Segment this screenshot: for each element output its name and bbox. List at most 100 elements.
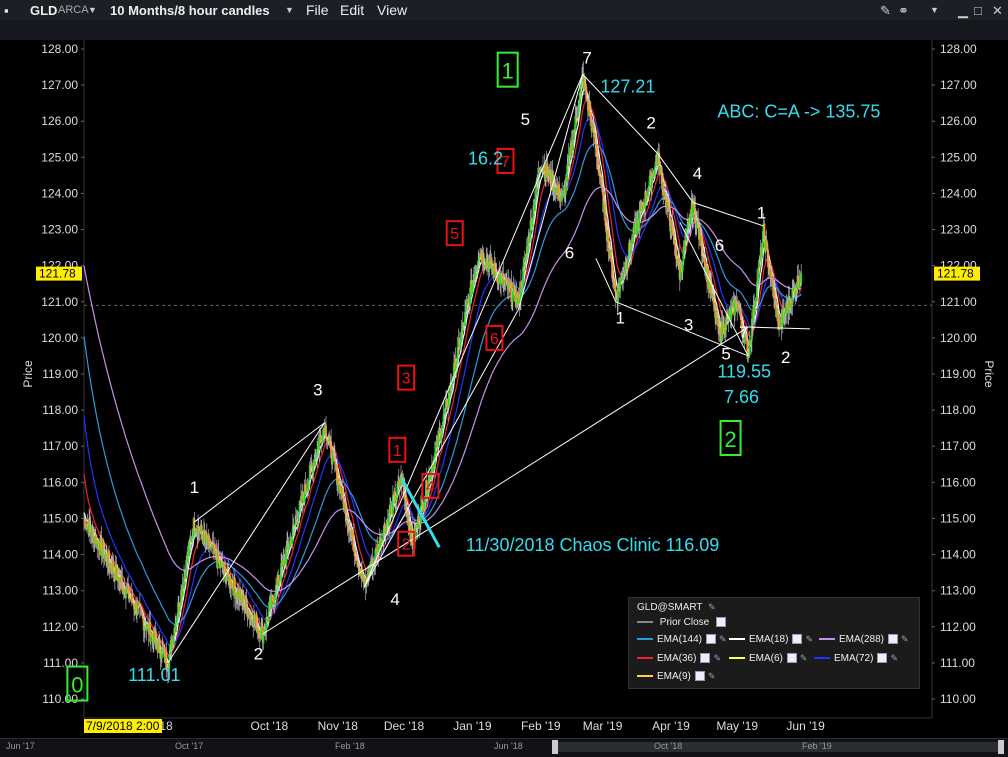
menu-view[interactable]: View: [377, 2, 407, 18]
checkbox-icon[interactable]: [792, 634, 803, 645]
y-tick-label-right: 112.00: [940, 620, 976, 634]
menu-file[interactable]: File: [306, 2, 329, 18]
minimize-icon[interactable]: ▁: [958, 3, 968, 19]
y-tick-label-left: 127.00: [41, 78, 78, 92]
ema18-swatch: [729, 638, 745, 641]
y-tick-label-left: 128.00: [41, 42, 78, 56]
y-tick-label-right: 124.00: [940, 186, 977, 200]
checkbox-icon[interactable]: [700, 653, 711, 664]
y-tick-label-left: 126.00: [41, 114, 78, 128]
y-tick-label-right: 121.00: [940, 295, 977, 309]
legend-ema6: EMA(6): [749, 653, 783, 664]
y-axis-title-right: Price: [982, 360, 996, 388]
scroll-label: Oct '17: [175, 741, 204, 751]
wave-label: 6: [715, 236, 724, 255]
checkbox-icon[interactable]: [888, 634, 899, 645]
wrench-icon[interactable]: ✎: [708, 602, 716, 613]
link-icon[interactable]: ▪: [4, 3, 9, 18]
wrench-icon[interactable]: ✎: [708, 671, 716, 682]
y-tick-label-right: 116.00: [940, 475, 976, 489]
candle-body: [285, 550, 288, 565]
wave-label: 3: [313, 381, 322, 400]
y-tick-label-left: 124.00: [41, 186, 78, 200]
candle-body: [307, 482, 310, 491]
x-tick-label: Jun '19: [786, 719, 825, 733]
x-cursor-label: 7/9/2018 2:00: [86, 719, 160, 733]
close-icon[interactable]: ✕: [992, 3, 1003, 19]
legend-ema72: EMA(72): [834, 653, 874, 664]
checkbox-icon[interactable]: [786, 653, 797, 664]
x-tick-label: Feb '19: [521, 719, 561, 733]
symbol-label[interactable]: GLD: [30, 3, 57, 18]
chart-toolbar: ✛ ╱ ▮ ┃ ● ○ ◎ ▦ ▤ ▥ ▣ T ✐ ➚ ⊕ ⊙ ⋔ ↶ ↷ ⋌ …: [0, 20, 1008, 54]
y-tick-label-right: 117.00: [940, 439, 976, 453]
checkbox-icon[interactable]: [694, 671, 705, 682]
y-tick-label-left: 111.00: [43, 656, 78, 670]
symbol-dropdown-icon[interactable]: ▼: [88, 5, 97, 15]
checkbox-icon[interactable]: [716, 617, 727, 628]
wrench-icon[interactable]: ✎: [880, 3, 891, 19]
x-tick-label: May '19: [716, 719, 758, 733]
wrench-icon[interactable]: ✎: [719, 634, 727, 645]
candle-body: [589, 111, 592, 119]
chain-link-icon[interactable]: ⚭: [898, 3, 909, 19]
menu-edit[interactable]: Edit: [340, 2, 364, 18]
wave-label: 7: [582, 48, 591, 67]
title-bar: ▪ GLD ARCA ▼ 10 Months/8 hour candles ▼ …: [0, 0, 1008, 21]
legend-ema9: EMA(9): [657, 671, 691, 682]
x-tick-label: Jan '19: [453, 719, 492, 733]
maximize-icon[interactable]: □: [974, 3, 982, 18]
legend-ema18: EMA(18): [749, 634, 789, 645]
legend-ema288: EMA(288): [839, 634, 885, 645]
y-tick-label-right: 110.00: [940, 692, 976, 706]
candle-body: [770, 270, 773, 279]
wrench-icon[interactable]: ✎: [901, 634, 909, 645]
cyan-annotation: 119.55: [717, 362, 771, 382]
y-tick-label-right: 118.00: [940, 403, 976, 417]
ema9-swatch: [637, 675, 653, 678]
timeframe-dropdown-icon[interactable]: ▼: [285, 5, 294, 15]
settings-dropdown-icon[interactable]: ▼: [930, 5, 939, 15]
scroll-window[interactable]: [558, 742, 998, 752]
wrench-icon[interactable]: ✎: [805, 634, 813, 645]
scroll-label: Jun '17: [6, 741, 35, 751]
cyan-annotation: 127.21: [600, 76, 655, 96]
exchange-label[interactable]: ARCA: [58, 4, 89, 16]
candle-body: [767, 250, 769, 268]
candle-body: [423, 502, 426, 509]
green-wave-label: 0: [71, 673, 83, 698]
wave-label: 5: [521, 110, 530, 129]
y-tick-label-right: 125.00: [940, 150, 977, 164]
timeframe-selector[interactable]: 10 Months/8 hour candles: [110, 3, 270, 18]
y-tick-label-left: 117.00: [42, 439, 78, 453]
ema72-swatch: [814, 657, 830, 660]
candle-body: [800, 273, 803, 283]
time-scrollbar[interactable]: Jun '17 Oct '17 Feb '18 Jun '18 Oct '18 …: [0, 738, 1008, 757]
wave-label: 4: [693, 164, 702, 183]
wave-label: 2: [646, 113, 655, 132]
scroll-label: Feb '19: [802, 741, 832, 751]
wrench-icon[interactable]: ✎: [890, 653, 898, 664]
candle-body: [125, 592, 127, 599]
y-tick-label-left: 118.00: [42, 403, 78, 417]
checkbox-icon[interactable]: [706, 634, 717, 645]
prior-close-swatch: [637, 621, 653, 624]
wave-label: 7: [739, 323, 748, 342]
ema288-swatch: [819, 638, 835, 641]
y-tick-label-right: 115.00: [940, 511, 976, 525]
scroll-handle-right[interactable]: [998, 740, 1004, 754]
cyan-annotation: 7.66: [724, 387, 759, 407]
wrench-icon[interactable]: ✎: [713, 653, 721, 664]
cyan-annotation: 11/30/2018 Chaos Clinic 116.09: [466, 535, 720, 555]
indicator-legend[interactable]: GLD@SMART ✎ Prior Close EMA(144) ✎ EMA(18…: [628, 597, 920, 689]
candle-body: [730, 306, 733, 319]
y-tick-label-left: 119.00: [42, 367, 78, 381]
candle-body: [460, 331, 463, 343]
wrench-icon[interactable]: ✎: [800, 653, 808, 664]
checkbox-icon[interactable]: [877, 653, 888, 664]
x-tick-label: Nov '18: [318, 719, 359, 733]
y-tick-label-left: 125.00: [41, 150, 78, 164]
y-tick-label-right: 127.00: [940, 78, 977, 92]
wave-label: 1: [190, 478, 199, 497]
legend-prior-close: Prior Close: [659, 617, 710, 628]
